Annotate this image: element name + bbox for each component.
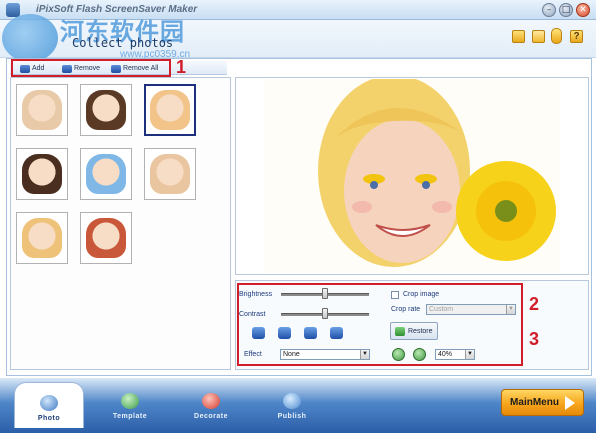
photo-thumbnail[interactable] bbox=[16, 148, 68, 200]
tab-template[interactable]: Template bbox=[95, 382, 165, 426]
chevron-down-icon: ▼ bbox=[465, 350, 474, 359]
annotation-number-2: 2 bbox=[529, 294, 540, 314]
photo-thumbnail[interactable] bbox=[16, 84, 68, 136]
effect-select[interactable]: None ▼ bbox=[280, 349, 370, 360]
tab-decorate-label: Decorate bbox=[194, 413, 228, 420]
help-icon[interactable]: ? bbox=[570, 30, 583, 43]
arrow-right-icon bbox=[564, 395, 575, 410]
contrast-label: Contrast bbox=[239, 311, 266, 318]
zoom-out-icon[interactable] bbox=[413, 348, 426, 361]
crop-image-label: Crop image bbox=[403, 291, 440, 298]
annotation-number-1: 1 bbox=[176, 57, 187, 77]
photo-thumbnail[interactable] bbox=[80, 148, 132, 200]
rotate-right-icon[interactable] bbox=[278, 327, 291, 339]
preview-image bbox=[264, 79, 560, 273]
header-band bbox=[0, 20, 596, 58]
zoom-select[interactable]: 40% ▼ bbox=[435, 349, 475, 360]
photo-thumbnail-image bbox=[22, 218, 62, 258]
zoom-value: 40% bbox=[438, 351, 453, 358]
crop-rate-select[interactable]: Custom ▼ bbox=[426, 304, 516, 315]
photo-thumbnail-image bbox=[22, 90, 62, 130]
chevron-down-icon: ▼ bbox=[506, 305, 515, 314]
decorate-tab-icon bbox=[202, 393, 220, 409]
tab-decorate[interactable]: Decorate bbox=[176, 382, 246, 426]
crop-image-checkbox[interactable] bbox=[391, 291, 399, 299]
chevron-down-icon: ▼ bbox=[360, 350, 369, 359]
info-icon[interactable] bbox=[551, 28, 562, 44]
title-bar: iPixSoft Flash ScreenSaver Maker – □ ✕ bbox=[0, 0, 596, 20]
main-menu-label: MainMenu bbox=[510, 397, 559, 408]
brightness-slider-thumb[interactable] bbox=[322, 288, 328, 299]
photo-tab-icon bbox=[40, 395, 58, 411]
crop-rate-label: Crop rate bbox=[391, 306, 421, 313]
tab-photo[interactable]: Photo bbox=[14, 382, 84, 428]
main-menu-button[interactable]: MainMenu bbox=[501, 389, 584, 416]
tab-publish[interactable]: Publish bbox=[257, 382, 327, 426]
photo-thumbnail[interactable] bbox=[80, 212, 132, 264]
contrast-slider-thumb[interactable] bbox=[322, 308, 328, 319]
photo-thumbnail-image bbox=[150, 90, 190, 130]
window-title: iPixSoft Flash ScreenSaver Maker bbox=[36, 4, 198, 15]
photo-thumbnail[interactable] bbox=[16, 212, 68, 264]
minimize-button[interactable]: – bbox=[542, 3, 556, 17]
folder-icon[interactable] bbox=[512, 30, 525, 43]
restore-button[interactable]: Restore bbox=[390, 322, 438, 340]
tab-photo-label: Photo bbox=[37, 415, 61, 422]
brightness-label: Brightness bbox=[239, 291, 273, 298]
effect-label: Effect bbox=[244, 351, 262, 358]
crop-rate-value: Custom bbox=[429, 306, 454, 313]
preview-photo bbox=[318, 79, 556, 267]
app-icon bbox=[6, 3, 20, 17]
template-tab-icon bbox=[121, 393, 139, 409]
publish-tab-icon bbox=[283, 393, 301, 409]
tab-template-label: Template bbox=[112, 413, 148, 420]
close-button[interactable]: ✕ bbox=[576, 3, 590, 17]
photo-thumbnail[interactable] bbox=[80, 84, 132, 136]
photo-thumbnail[interactable] bbox=[144, 148, 196, 200]
photo-thumbnail[interactable] bbox=[144, 84, 196, 136]
flip-horizontal-icon[interactable] bbox=[304, 327, 317, 339]
photo-thumbnail-image bbox=[150, 154, 190, 194]
zoom-in-icon[interactable] bbox=[392, 348, 405, 361]
save-icon[interactable] bbox=[532, 30, 545, 43]
photo-thumbnail-image bbox=[86, 218, 126, 258]
rotate-left-icon[interactable] bbox=[252, 327, 265, 339]
photo-thumbnail-image bbox=[22, 154, 62, 194]
annotation-box-1 bbox=[11, 59, 171, 77]
annotation-number-3: 3 bbox=[529, 329, 540, 349]
photo-thumbnail-image bbox=[86, 154, 126, 194]
effect-select-value: None bbox=[283, 351, 300, 358]
restore-label: Restore bbox=[408, 327, 433, 335]
flip-vertical-icon[interactable] bbox=[330, 327, 343, 339]
maximize-button[interactable]: □ bbox=[559, 3, 573, 17]
tab-publish-label: Publish bbox=[277, 413, 307, 420]
restore-icon bbox=[395, 326, 405, 336]
photo-thumbnail-image bbox=[86, 90, 126, 130]
